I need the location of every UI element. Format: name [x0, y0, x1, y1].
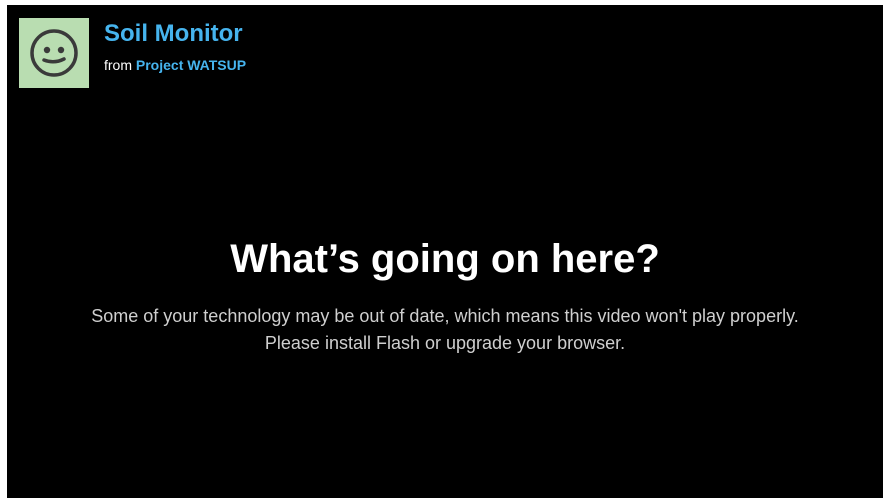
from-label: from [104, 57, 132, 73]
notice-heading: What’s going on here? [230, 237, 660, 281]
owner-avatar[interactable] [19, 18, 89, 88]
owner-link[interactable]: Project WATSUP [136, 57, 246, 73]
outdated-notice: What’s going on here? Some of your techn… [7, 235, 883, 357]
video-title-link[interactable]: Soil Monitor [104, 20, 246, 48]
byline: from Project WATSUP [104, 56, 246, 74]
notice-body: Some of your technology may be out of da… [91, 306, 799, 353]
video-header: Soil Monitor from Project WATSUP [19, 18, 246, 88]
video-player: Soil Monitor from Project WATSUP What’s … [7, 5, 883, 498]
smiley-face-icon [30, 29, 78, 77]
title-block: Soil Monitor from Project WATSUP [104, 20, 246, 74]
